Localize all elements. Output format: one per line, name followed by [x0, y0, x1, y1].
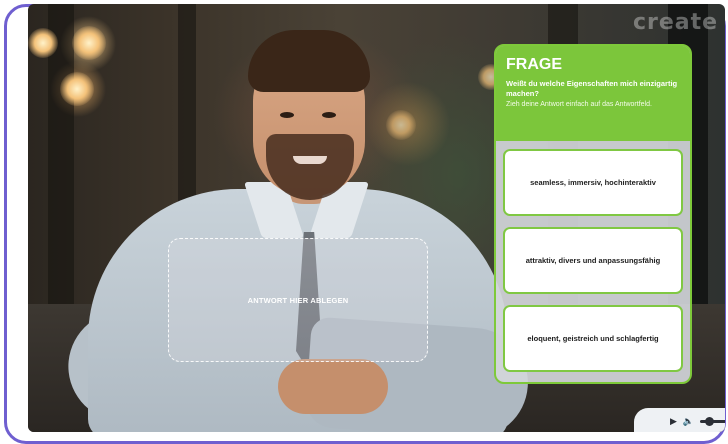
- volume-slider-knob[interactable]: [705, 416, 715, 426]
- player-controls: ▶ 🔈: [634, 408, 725, 432]
- play-icon[interactable]: ▶: [670, 416, 677, 426]
- lamp-light: [28, 28, 58, 58]
- question-text: Weißt du welche Eigenschaften mich einzi…: [506, 79, 678, 98]
- volume-slider[interactable]: [700, 416, 725, 426]
- question-hint: Zieh deine Antwort einfach auf das Antwo…: [506, 101, 652, 108]
- dropzone-label: ANTWORT HIER ABLEGEN: [247, 295, 349, 305]
- volume-icon[interactable]: 🔈: [683, 416, 694, 426]
- question-title: FRAGE: [506, 56, 562, 73]
- answer-option[interactable]: attraktiv, divers und anpassungsfähig: [503, 227, 683, 294]
- answer-option[interactable]: eloquent, geistreich und schlagfertig: [503, 305, 683, 372]
- question-panel-header: FRAGE Weißt du welche Eigenschaften mich…: [496, 46, 690, 141]
- question-panel: FRAGE Weißt du welche Eigenschaften mich…: [494, 44, 692, 384]
- person-eye: [322, 112, 336, 118]
- person-hands: [278, 359, 388, 414]
- person-eye: [280, 112, 294, 118]
- brand-watermark: create: [633, 10, 719, 35]
- answer-option[interactable]: seamless, immersiv, hochinteraktiv: [503, 149, 683, 216]
- lamp-light: [72, 26, 106, 60]
- lamp-light: [386, 110, 416, 140]
- person-mouth: [293, 156, 327, 164]
- lamp-light: [60, 72, 94, 106]
- person-hair: [248, 30, 370, 92]
- answer-option-label: seamless, immersiv, hochinteraktiv: [530, 177, 656, 187]
- answer-option-label: eloquent, geistreich und schlagfertig: [527, 333, 659, 343]
- answer-dropzone[interactable]: ANTWORT HIER ABLEGEN: [168, 238, 428, 362]
- answer-option-label: attraktiv, divers und anpassungsfähig: [525, 255, 661, 265]
